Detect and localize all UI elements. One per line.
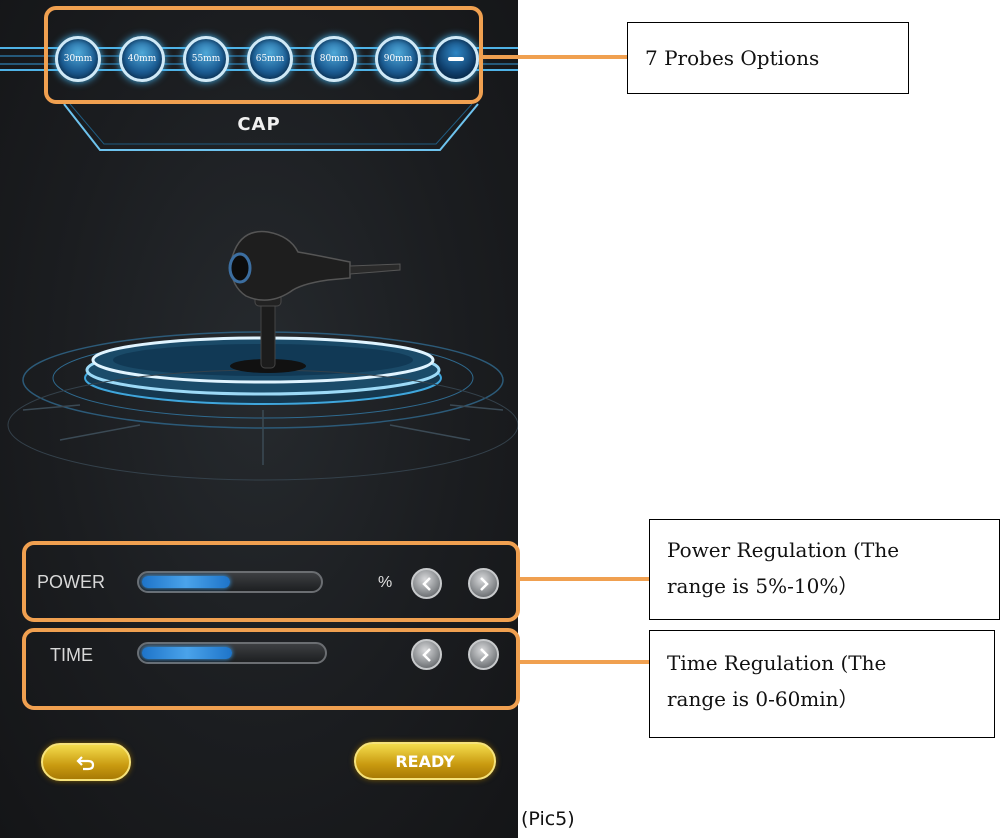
probes-highlight-frame — [44, 6, 483, 104]
time-callout: Time Regulation (The range is 0-60min） — [649, 630, 995, 738]
ready-button[interactable]: READY — [354, 742, 496, 780]
device-screen: 30mm 40mm 55mm 65mm 80mm 90mm CAP POWER % TIM… — [0, 0, 518, 838]
probe-device-image — [7, 230, 518, 481]
time-callout-line1: Time Regulation (The — [667, 651, 887, 675]
power-highlight-frame — [22, 541, 520, 622]
time-connector-line — [520, 660, 650, 664]
probes-connector-line — [483, 55, 628, 59]
power-callout-line2: range is 5%-10%） — [667, 574, 859, 598]
power-callout-line1: Power Regulation (The — [667, 538, 900, 562]
probes-callout: 7 Probes Options — [627, 22, 909, 94]
time-callout-line2: range is 0-60min） — [667, 687, 859, 711]
power-connector-line — [520, 577, 650, 581]
mode-label: CAP — [237, 114, 281, 135]
back-button[interactable] — [41, 743, 131, 781]
time-highlight-frame — [22, 628, 520, 710]
power-callout: Power Regulation (The range is 5%-10%） — [649, 519, 1000, 620]
figure-label: (Pic5) — [521, 808, 575, 830]
probes-callout-text: 7 Probes Options — [645, 46, 820, 70]
back-arrow-icon — [76, 756, 95, 771]
